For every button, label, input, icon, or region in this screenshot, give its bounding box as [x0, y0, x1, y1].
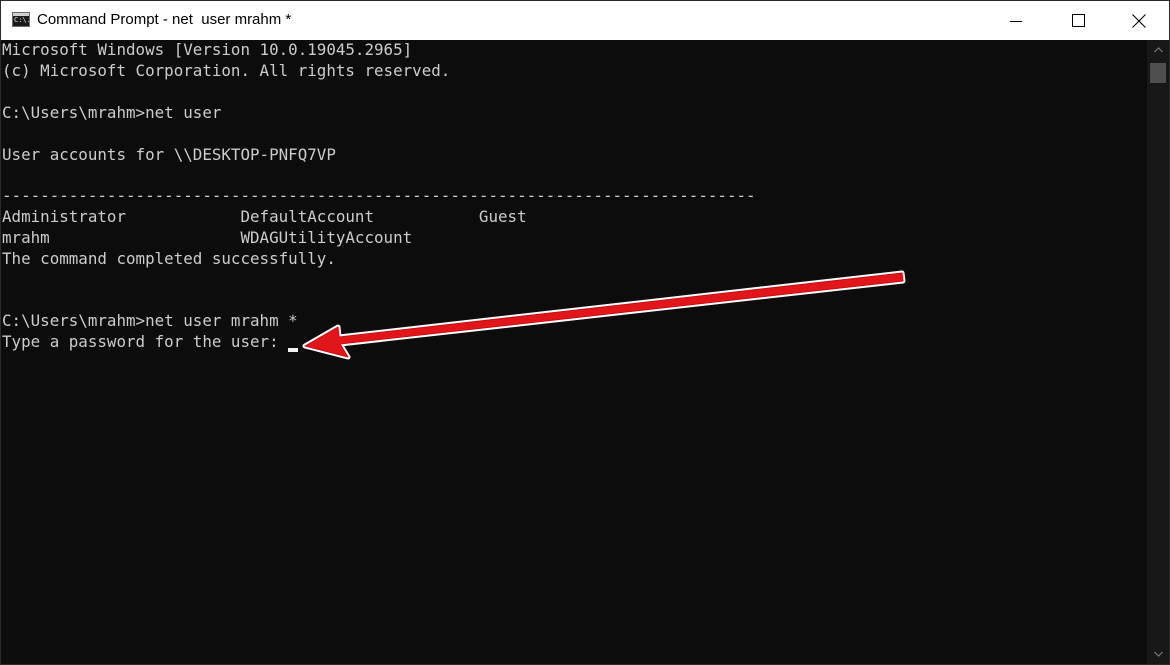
title-bar[interactable]: C:\. Command Prompt - net user mrahm * — [1, 1, 1169, 40]
terminal-line: C:\Users\mrahm>net user mrahm * — [2, 311, 298, 330]
scroll-up-button[interactable] — [1147, 40, 1169, 60]
maximize-icon — [1071, 14, 1085, 27]
minimize-icon — [1010, 20, 1022, 22]
terminal-line: User accounts for \\DESKTOP-PNFQ7VP — [2, 145, 336, 164]
chevron-down-icon — [1153, 651, 1163, 657]
minimize-button[interactable] — [985, 1, 1047, 40]
close-button[interactable] — [1108, 1, 1169, 40]
chevron-up-icon — [1153, 47, 1163, 53]
text-cursor — [288, 348, 298, 352]
window-title: Command Prompt - net user mrahm * — [37, 11, 292, 28]
terminal-line: C:\Users\mrahm>net user — [2, 103, 222, 122]
prompt-line: Type a password for the user: — [2, 332, 289, 351]
terminal-line: Administrator DefaultAccount Guest — [2, 207, 527, 226]
close-icon — [1132, 13, 1146, 28]
cmd-icon[interactable]: C:\. — [12, 12, 31, 27]
maximize-button[interactable] — [1047, 1, 1109, 40]
command-prompt-window: C:\. Command Prompt - net user mrahm * M… — [0, 0, 1170, 665]
terminal-line: The command completed successfully. — [2, 249, 336, 268]
terminal-line: ----------------------------------------… — [2, 186, 756, 205]
scroll-down-button[interactable] — [1147, 644, 1169, 664]
terminal-line: Microsoft Windows [Version 10.0.19045.29… — [2, 40, 413, 59]
terminal-output[interactable]: Microsoft Windows [Version 10.0.19045.29… — [1, 40, 1147, 664]
scrollbar-thumb[interactable] — [1150, 63, 1166, 83]
vertical-scrollbar[interactable] — [1147, 40, 1169, 664]
terminal-line: mrahm WDAGUtilityAccount — [2, 228, 413, 247]
terminal-line: (c) Microsoft Corporation. All rights re… — [2, 61, 451, 80]
cmd-icon-text: C:\. — [14, 16, 31, 24]
